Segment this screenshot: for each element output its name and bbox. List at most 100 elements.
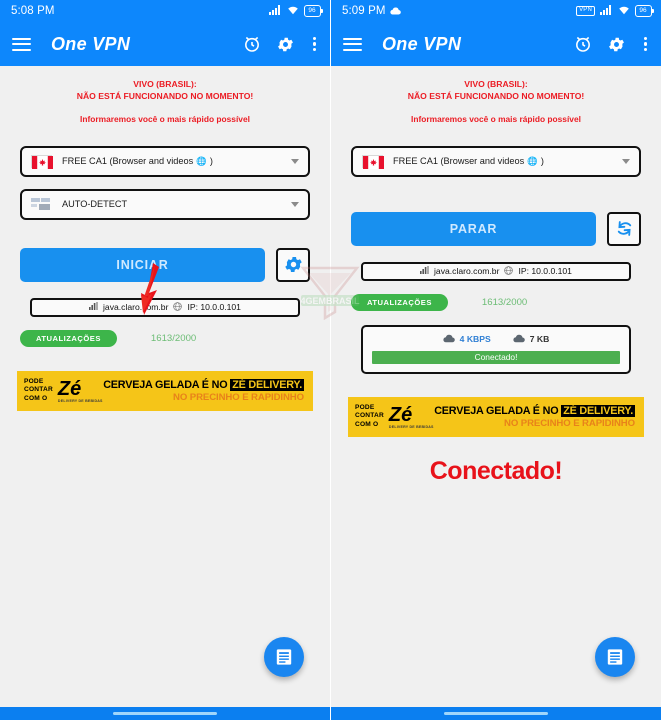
globe-icon: 🌐 [196,155,207,166]
ad-como: COM O [24,395,48,403]
canada-flag-icon [362,154,384,169]
ip-host: java.claro.com.br [434,266,500,277]
ip-status-bar: java.claro.com.br IP: 10.0.0.101 [361,261,631,281]
ad-line-2: NO PRECINHO E RAPIDINHO [173,391,304,403]
server-select-dropdown[interactable]: FREE CA1 (Browser and videos 🌐) [351,145,641,177]
signal-bars-icon [420,266,429,276]
floating-action-button[interactable] [595,637,635,677]
start-button[interactable]: INICIAR [20,247,265,282]
phone-screen-connected: 5:09 PM VPN 96 One VPN VIVO (BRASIL): NÃ… [331,0,661,720]
ad-line-1: CERVEJA GELADA É NO ZÉ DELIVERY. [103,378,304,391]
vpn-badge: VPN [576,5,595,17]
alarm-icon[interactable] [573,34,593,54]
document-list-icon [607,649,623,665]
updates-button[interactable]: ATUALIZAÇÕES [351,293,448,311]
server-select-label: FREE CA1 (Browser and videos 🌐) [393,155,544,167]
ad-como: COM O [355,421,379,429]
kebab-menu-icon[interactable] [309,36,320,52]
gesture-pill[interactable] [113,712,217,715]
download-stat: 4 KBPS [443,334,491,345]
settings-button[interactable] [276,247,310,282]
ad-pode: PODE [355,403,375,411]
ad-line-1: CERVEJA GELADA É NO ZÉ DELIVERY. [434,404,635,417]
ad-banner[interactable]: PODE CONTAR COM O Zé DELIVERY DE BEBIDAS… [17,370,313,411]
ip-host: java.claro.com.br [103,302,169,313]
battery-icon: 96 [304,5,323,17]
app-title: One VPN [382,33,462,54]
ad-brand: Zé DELIVERY DE BEBIDAS [57,377,103,403]
navigation-bar [0,707,330,720]
refresh-button[interactable] [607,211,641,246]
ad-pode: PODE [24,377,44,385]
mode-select-label: AUTO-DETECT [62,199,128,210]
notice-line-2: NÃO ESTÁ FUNCIONANDO NO MOMENTO! [76,91,254,102]
app-bar: One VPN [0,22,330,66]
battery-icon: 96 [635,5,654,17]
ad-logo: PODE CONTAR COM O Zé DELIVERY DE BEBIDAS [348,397,434,437]
app-bar: One VPN [331,22,661,66]
ad-contar: CONTAR [24,386,53,394]
floating-action-button[interactable] [264,637,304,677]
gesture-pill[interactable] [444,712,548,715]
server-select-label: FREE CA1 (Browser and videos 🌐) [62,155,213,167]
chevron-down-icon [291,201,299,207]
notice-line-1: VIVO (BRASIL): [133,79,197,89]
signal-bars-icon [89,302,98,312]
action-row: PARAR [351,211,641,246]
globe-icon: 🌐 [527,155,538,166]
cloud-download-icon [443,334,455,345]
ad-brand-sub: DELIVERY DE BEBIDAS [388,424,434,429]
ip-status-bar: java.claro.com.br IP: 10.0.0.101 [30,297,300,317]
ip-address: IP: 10.0.0.101 [187,302,241,313]
updates-row: ATUALIZAÇÕES 1613/2000 [351,293,641,311]
status-bar: 5:08 PM 96 [0,0,330,22]
navigation-bar [331,707,661,720]
notice-line-3: Informaremos você o mais rápido possível [80,113,250,124]
status-bar-time: 5:08 PM [11,5,55,17]
hamburger-icon[interactable] [343,37,362,51]
gear-icon[interactable] [607,35,626,54]
traffic-stats-panel: 4 KBPS 7 KB Conectado! [361,324,631,374]
alarm-icon[interactable] [242,34,262,54]
stop-button[interactable]: PARAR [351,211,596,246]
main-content: VIVO (BRASIL): NÃO ESTÁ FUNCIONANDO NO M… [331,66,661,707]
updates-row: ATUALIZAÇÕES 1613/2000 [20,329,310,347]
status-bar: 5:09 PM VPN 96 [331,0,661,22]
app-title: One VPN [51,33,131,54]
ad-copy: CERVEJA GELADA É NO ZÉ DELIVERY. NO PREC… [434,404,644,429]
ad-brand: Zé DELIVERY DE BEBIDAS [388,403,434,429]
cloud-upload-icon [513,334,525,345]
signal-bars-icon [269,4,282,18]
ad-line-2: NO PRECINHO E RAPIDINHO [504,417,635,429]
kebab-menu-icon[interactable] [640,36,651,52]
upload-stat: 7 KB [513,334,549,345]
connection-status-bar: Conectado! [372,350,620,364]
ad-copy: CERVEJA GELADA É NO ZÉ DELIVERY. NO PREC… [103,378,313,403]
action-row: INICIAR [20,247,310,282]
server-select-dropdown[interactable]: FREE CA1 (Browser and videos 🌐) [20,145,310,177]
dual-screenshot-container: 5:08 PM 96 One VPN VIVO (BRASIL): NÃO ES… [0,0,661,720]
ad-contar: CONTAR [355,412,384,420]
canada-flag-icon [31,154,53,169]
chevron-down-icon [291,158,299,164]
chevron-down-icon [622,158,630,164]
wifi-icon [287,5,299,18]
ad-banner[interactable]: PODE CONTAR COM O Zé DELIVERY DE BEBIDAS… [348,396,644,437]
connected-headline: Conectado! [429,456,563,485]
cloud-icon [389,7,401,15]
wifi-icon [618,5,630,18]
hamburger-icon[interactable] [12,37,31,51]
phone-screen-disconnected: 5:08 PM 96 One VPN VIVO (BRASIL): NÃO ES… [0,0,330,720]
notice-line-1: VIVO (BRASIL): [464,79,528,89]
status-bar-time: 5:09 PM [342,5,386,17]
gear-icon[interactable] [276,35,295,54]
ad-logo: PODE CONTAR COM O Zé DELIVERY DE BEBIDAS [17,371,103,411]
notice-line-2: NÃO ESTÁ FUNCIONANDO NO MOMENTO! [407,91,585,102]
updates-count: 1613/2000 [481,296,528,308]
ad-brand-sub: DELIVERY DE BEBIDAS [57,398,103,403]
globe-icon [504,266,514,277]
main-content: VIVO (BRASIL): NÃO ESTÁ FUNCIONANDO NO M… [0,66,330,707]
updates-button[interactable]: ATUALIZAÇÕES [20,329,117,347]
mode-select-dropdown[interactable]: AUTO-DETECT [20,188,310,220]
ip-address: IP: 10.0.0.101 [518,266,572,277]
